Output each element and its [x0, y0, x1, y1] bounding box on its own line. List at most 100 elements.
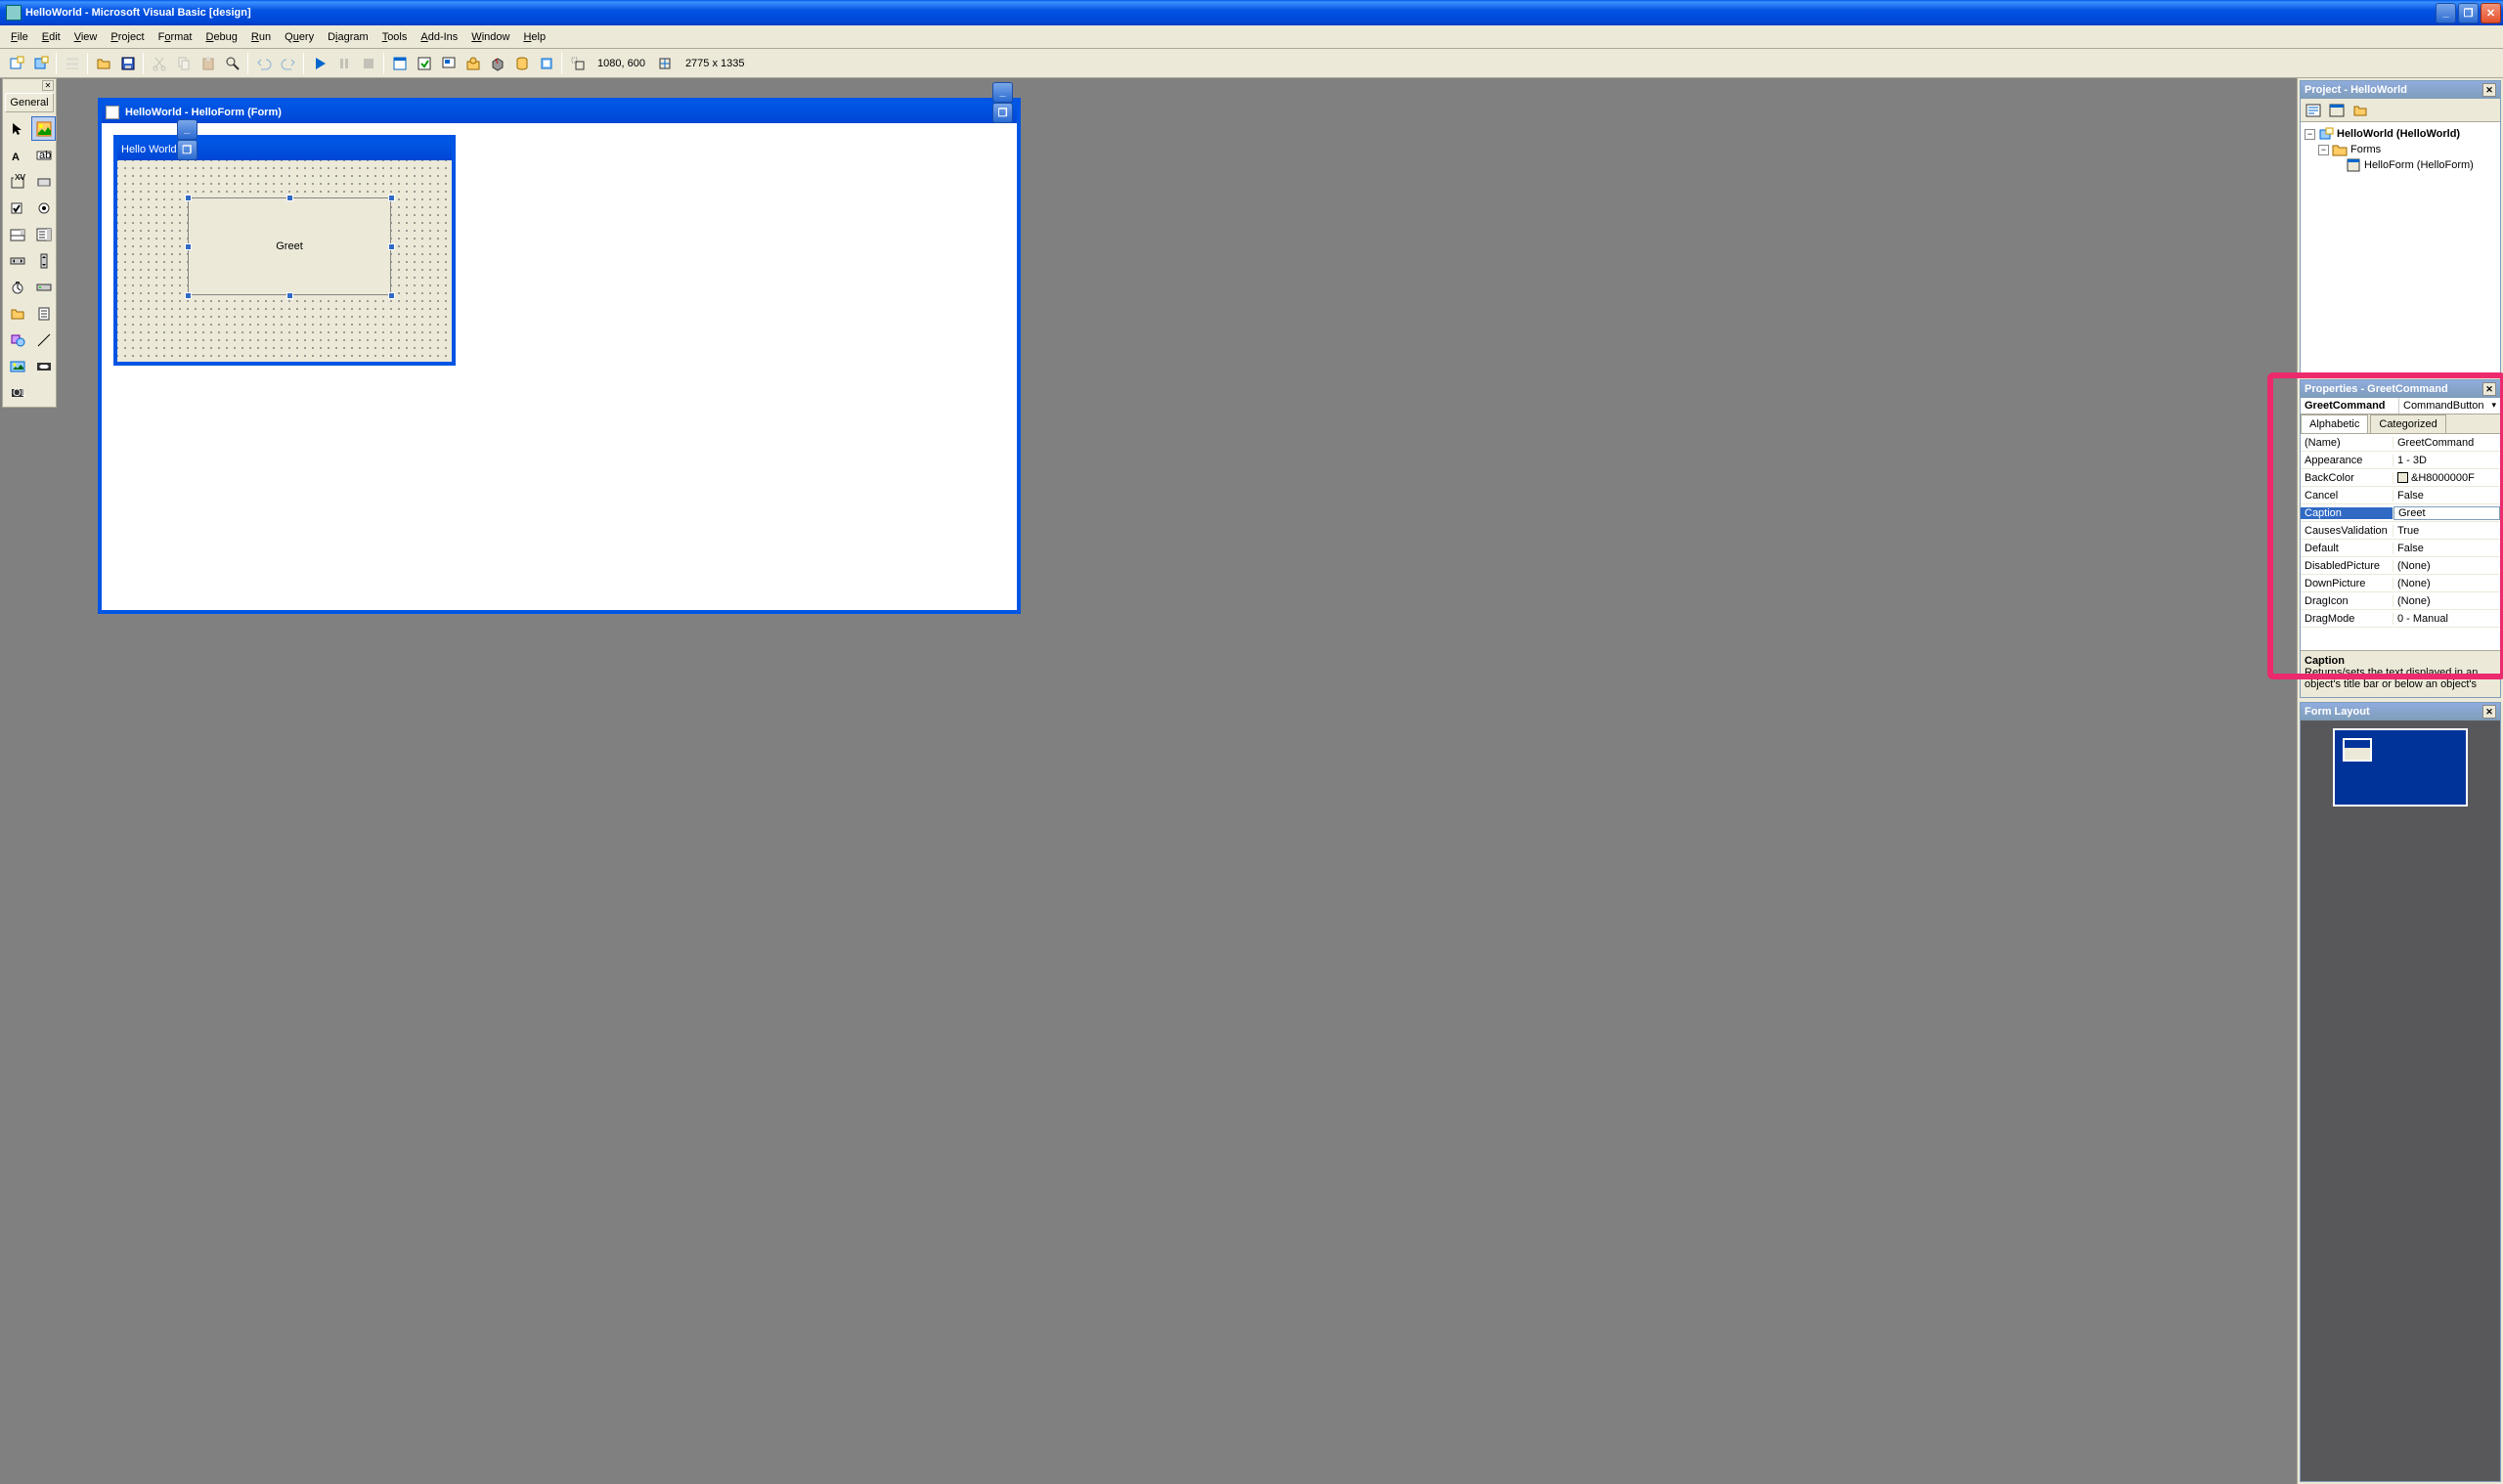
tool-checkbox[interactable] [5, 196, 29, 220]
tool-line[interactable] [31, 327, 56, 352]
maximize-button[interactable]: ❐ [2458, 3, 2479, 23]
tool-optionbutton[interactable] [31, 196, 56, 220]
tool-shape[interactable] [5, 327, 29, 352]
form-layout-close-button[interactable]: ✕ [2482, 705, 2496, 719]
form-layout-button[interactable] [437, 53, 460, 74]
tool-hscrollbar[interactable] [5, 248, 29, 273]
properties-grid[interactable]: (Name)GreetCommandAppearance1 - 3DBackCo… [2301, 434, 2500, 650]
find-button[interactable] [221, 53, 243, 74]
tool-picturebox[interactable] [31, 116, 56, 141]
object-browser-button[interactable] [461, 53, 484, 74]
toolbox-tab-general[interactable]: General [5, 93, 54, 112]
properties-panel-close-button[interactable]: ✕ [2482, 382, 2496, 396]
properties-window-button[interactable] [413, 53, 435, 74]
property-row[interactable]: CausesValidationTrue [2301, 522, 2500, 540]
menu-view[interactable]: View [67, 29, 105, 45]
tool-ole[interactable]: OLE [5, 380, 29, 405]
undo-button[interactable] [252, 53, 275, 74]
property-row[interactable]: Appearance1 - 3D [2301, 452, 2500, 469]
design-form[interactable]: Hello World _ ❐ ✕ Greet [113, 135, 456, 366]
property-row[interactable]: DefaultFalse [2301, 540, 2500, 557]
minimize-button[interactable]: _ [2436, 3, 2456, 23]
add-form-button[interactable] [29, 53, 52, 74]
selection-handle[interactable] [388, 243, 395, 250]
paste-button[interactable] [197, 53, 219, 74]
project-tree[interactable]: − HelloWorld (HelloWorld) − Forms HelloF… [2301, 122, 2500, 374]
tree-project-root[interactable]: − HelloWorld (HelloWorld) [2305, 126, 2496, 142]
design-form-surface[interactable]: Greet [117, 160, 452, 362]
project-panel-close-button[interactable]: ✕ [2482, 83, 2496, 97]
redo-button[interactable] [277, 53, 299, 74]
project-panel-titlebar[interactable]: Project - HelloWorld ✕ [2301, 81, 2500, 99]
tool-textbox[interactable]: ab| [31, 143, 56, 167]
form-layout-body[interactable] [2301, 720, 2500, 1481]
property-value[interactable]: False [2393, 543, 2500, 554]
property-value[interactable]: (None) [2393, 578, 2500, 589]
property-value[interactable]: Greet [2393, 506, 2500, 520]
mdi-minimize-button[interactable]: _ [992, 82, 1013, 103]
tool-commandbutton[interactable] [31, 169, 56, 194]
menu-run[interactable]: Run [244, 29, 278, 45]
tree-form-item[interactable]: HelloForm (HelloForm) [2305, 157, 2496, 173]
tool-vscrollbar[interactable] [31, 248, 56, 273]
properties-object-selector[interactable]: GreetCommand CommandButton [2301, 398, 2500, 415]
property-value[interactable]: False [2393, 490, 2500, 502]
cut-button[interactable] [148, 53, 170, 74]
menu-debug[interactable]: Debug [198, 29, 243, 45]
copy-button[interactable] [172, 53, 195, 74]
menu-tools[interactable]: Tools [375, 29, 415, 45]
tree-expand-icon[interactable]: − [2305, 129, 2315, 140]
component-manager-button[interactable] [535, 53, 557, 74]
menu-file[interactable]: File [4, 29, 35, 45]
tool-data[interactable] [31, 354, 56, 378]
property-row[interactable]: DownPicture(None) [2301, 575, 2500, 592]
property-row[interactable]: DisabledPicture(None) [2301, 557, 2500, 575]
end-button[interactable] [357, 53, 379, 74]
property-row[interactable]: (Name)GreetCommand [2301, 434, 2500, 452]
property-row[interactable]: BackColor&H8000000F [2301, 469, 2500, 487]
data-view-button[interactable] [510, 53, 533, 74]
tree-expand-icon[interactable]: − [2318, 145, 2329, 155]
open-button[interactable] [92, 53, 114, 74]
menu-edit[interactable]: Edit [35, 29, 67, 45]
selection-handle[interactable] [185, 292, 192, 299]
form-designer-titlebar[interactable]: HelloWorld - HelloForm (Form) _ ❐ ✕ [102, 102, 1017, 123]
property-row[interactable]: CancelFalse [2301, 487, 2500, 504]
menu-diagram[interactable]: Diagram [321, 29, 375, 45]
menu-window[interactable]: Window [464, 29, 516, 45]
menu-format[interactable]: Format [152, 29, 199, 45]
property-value[interactable]: (None) [2393, 560, 2500, 572]
selection-handle[interactable] [388, 195, 395, 201]
mdi-maximize-button[interactable]: ❐ [992, 103, 1013, 123]
save-button[interactable] [116, 53, 139, 74]
properties-object-type[interactable]: CommandButton [2398, 398, 2500, 414]
selection-handle[interactable] [286, 195, 293, 201]
close-button[interactable]: ✕ [2481, 3, 2501, 23]
tool-pointer[interactable] [5, 116, 29, 141]
property-row[interactable]: DragIcon(None) [2301, 592, 2500, 610]
menu-help[interactable]: Help [516, 29, 552, 45]
project-explorer-button[interactable] [388, 53, 411, 74]
tool-combobox[interactable] [5, 222, 29, 246]
tool-image[interactable] [5, 354, 29, 378]
tool-timer[interactable] [5, 275, 29, 299]
property-row[interactable]: CaptionGreet [2301, 504, 2500, 522]
selection-handle[interactable] [388, 292, 395, 299]
view-object-button[interactable] [2326, 101, 2348, 120]
tool-dirlistbox[interactable] [5, 301, 29, 326]
toggle-folders-button[interactable] [2349, 101, 2371, 120]
form-layout-miniform[interactable] [2343, 738, 2372, 762]
tool-drivelistbox[interactable] [31, 275, 56, 299]
menu-query[interactable]: Query [278, 29, 321, 45]
selection-handle[interactable] [185, 195, 192, 201]
form-layout-titlebar[interactable]: Form Layout ✕ [2301, 703, 2500, 720]
menu-addins[interactable]: Add-Ins [414, 29, 464, 45]
menu-project[interactable]: Project [104, 29, 151, 45]
selection-handle[interactable] [185, 243, 192, 250]
toolbox-button[interactable] [486, 53, 508, 74]
selection-handle[interactable] [286, 292, 293, 299]
property-value[interactable]: (None) [2393, 595, 2500, 607]
tool-listbox[interactable] [31, 222, 56, 246]
toolbox-close-button[interactable]: ✕ [42, 80, 54, 91]
tool-label[interactable]: A [5, 143, 29, 167]
